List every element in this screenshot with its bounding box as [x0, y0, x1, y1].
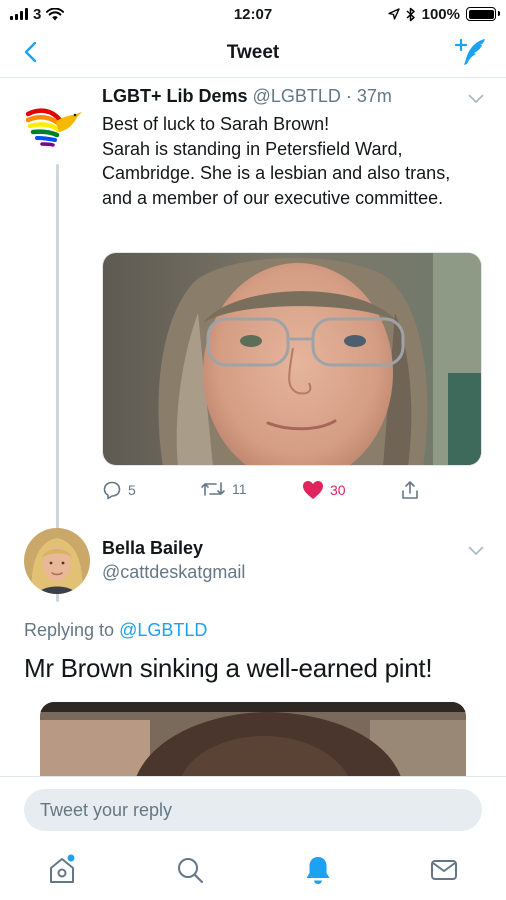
lib-dems-bird-logo: [26, 108, 82, 147]
tweet-actions: 5 11 30: [102, 480, 462, 504]
reply-count: 5: [128, 482, 136, 498]
tweet-text-line: Best of luck to Sarah Brown!: [102, 114, 330, 134]
tweet-time: · 37m: [345, 86, 392, 106]
reply-author-handle[interactable]: @cattdeskatgmail: [102, 562, 245, 583]
tweet-photo[interactable]: [102, 252, 482, 466]
reply-composer: [0, 776, 506, 842]
bluetooth-icon: [406, 7, 415, 21]
replying-to-mention[interactable]: @LGBTLD: [119, 620, 207, 640]
like-button[interactable]: 30: [302, 480, 346, 500]
reply-tweet-text: Mr Brown sinking a well-earned pint!: [24, 653, 433, 683]
share-button[interactable]: [400, 480, 420, 500]
status-bar: 3 12:07 100%: [0, 0, 506, 28]
messages-icon: [431, 860, 457, 880]
tab-home[interactable]: [44, 852, 80, 888]
home-icon: [50, 854, 75, 883]
tweet-text-line: Sarah is standing in Petersfield Ward, C…: [102, 138, 451, 208]
location-arrow-icon: [387, 8, 400, 20]
reply-tweet-photo[interactable]: [40, 702, 466, 780]
tweet-text: Best of luck to Sarah Brown! Sarah is st…: [102, 112, 482, 210]
like-count: 30: [330, 482, 346, 498]
chevron-left-icon: [24, 41, 37, 63]
tab-search[interactable]: [172, 852, 208, 888]
tab-notifications[interactable]: [300, 852, 336, 888]
author-handle[interactable]: @LGBTLD: [253, 86, 341, 106]
tab-bar: [0, 842, 506, 900]
reply-icon: [103, 481, 121, 500]
replying-to: Replying to @LGBTLD: [24, 620, 207, 641]
battery-percent: 100%: [421, 5, 460, 23]
tweet-header: LGBT+ Lib Dems @LGBTLD · 37m: [102, 86, 392, 107]
compose-tweet-button[interactable]: [454, 36, 488, 68]
reply-input[interactable]: [24, 789, 482, 831]
replying-to-label: Replying to: [24, 620, 115, 640]
share-icon: [402, 481, 418, 499]
avatar-photo: [24, 528, 90, 594]
page-title: Tweet: [226, 41, 280, 63]
reply-photo: [40, 702, 466, 780]
wifi-icon: [46, 7, 65, 20]
chevron-down-icon[interactable]: [468, 546, 484, 556]
search-icon: [178, 858, 204, 884]
chevron-down-icon[interactable]: [468, 94, 484, 104]
signal-icon: [10, 8, 28, 20]
reply-button[interactable]: 5: [102, 480, 136, 500]
reply-author-avatar[interactable]: [24, 528, 90, 594]
reply-author-name[interactable]: Bella Bailey: [102, 538, 203, 559]
battery-fill: [468, 9, 494, 19]
retweet-count: 11: [232, 481, 247, 497]
status-left: 3: [10, 5, 65, 23]
notifications-icon: [306, 857, 330, 884]
nav-bar: Tweet: [0, 28, 506, 78]
portrait-photo: [103, 253, 481, 465]
retweet-button[interactable]: 11: [200, 480, 247, 498]
status-right: 100%: [387, 5, 500, 23]
author-name[interactable]: LGBT+ Lib Dems: [102, 86, 248, 106]
back-button[interactable]: [16, 38, 44, 66]
retweet-icon: [201, 482, 225, 496]
compose-tweet-icon: [454, 38, 485, 65]
carrier-label: 3: [33, 5, 42, 23]
tab-messages[interactable]: [426, 852, 462, 888]
battery-icon: [466, 7, 500, 21]
heart-icon: [303, 481, 323, 499]
